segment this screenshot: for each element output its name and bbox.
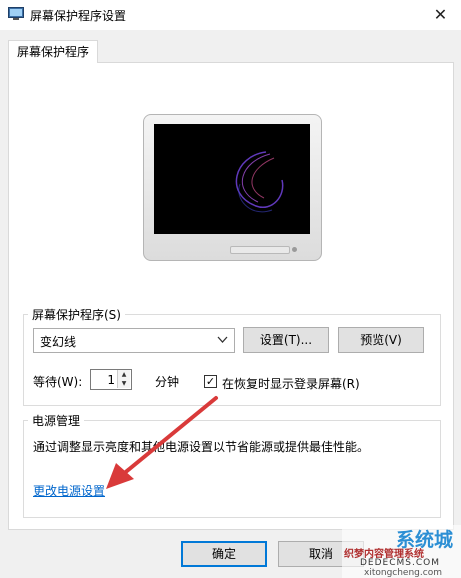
monitor-power-led [292, 247, 297, 252]
power-group-label: 电源管理 [28, 412, 85, 429]
screensaver-select[interactable]: 变幻线 [33, 328, 235, 353]
wait-unit: 分钟 [155, 375, 180, 389]
monitor-icon [8, 7, 24, 21]
preview-button[interactable]: 预览(V) [338, 327, 424, 353]
spin-up-icon[interactable]: ▲ [117, 370, 130, 379]
spin-down-icon[interactable]: ▼ [117, 379, 130, 388]
watermark-line2: DEDECMS.COM [360, 558, 440, 568]
annotation-arrow [106, 396, 218, 489]
screensaver-selected: 变幻线 [40, 335, 77, 349]
power-group [23, 420, 441, 518]
wait-stepper[interactable]: 1 ▲ ▼ [90, 369, 132, 390]
monitor-slot [230, 246, 290, 254]
tab-screensaver[interactable]: 屏幕保护程序 [8, 40, 98, 63]
settings-button[interactable]: 设置(T)... [243, 327, 329, 353]
ok-button[interactable]: 确定 [181, 541, 267, 567]
chevron-down-icon [217, 332, 228, 349]
preview-screen [154, 124, 310, 234]
wait-value[interactable]: 1 [107, 373, 115, 387]
watermark: 系统城 织梦内容管理系统 DEDECMS.COM xitongcheng.com [342, 525, 461, 578]
wait-label: 等待(W): [33, 375, 83, 389]
check-icon: ✓ [205, 375, 216, 388]
change-power-settings-link[interactable]: 更改电源设置 [33, 482, 105, 499]
screensaver-group-label: 屏幕保护程序(S) [28, 306, 125, 323]
close-icon[interactable]: ✕ [420, 0, 461, 30]
resume-label[interactable]: 在恢复时显示登录屏幕(R) [222, 375, 360, 392]
window-title: 屏幕保护程序设置 [30, 9, 127, 23]
watermark-line3: xitongcheng.com [364, 568, 442, 578]
resume-checkbox[interactable]: ✓ [204, 375, 217, 388]
